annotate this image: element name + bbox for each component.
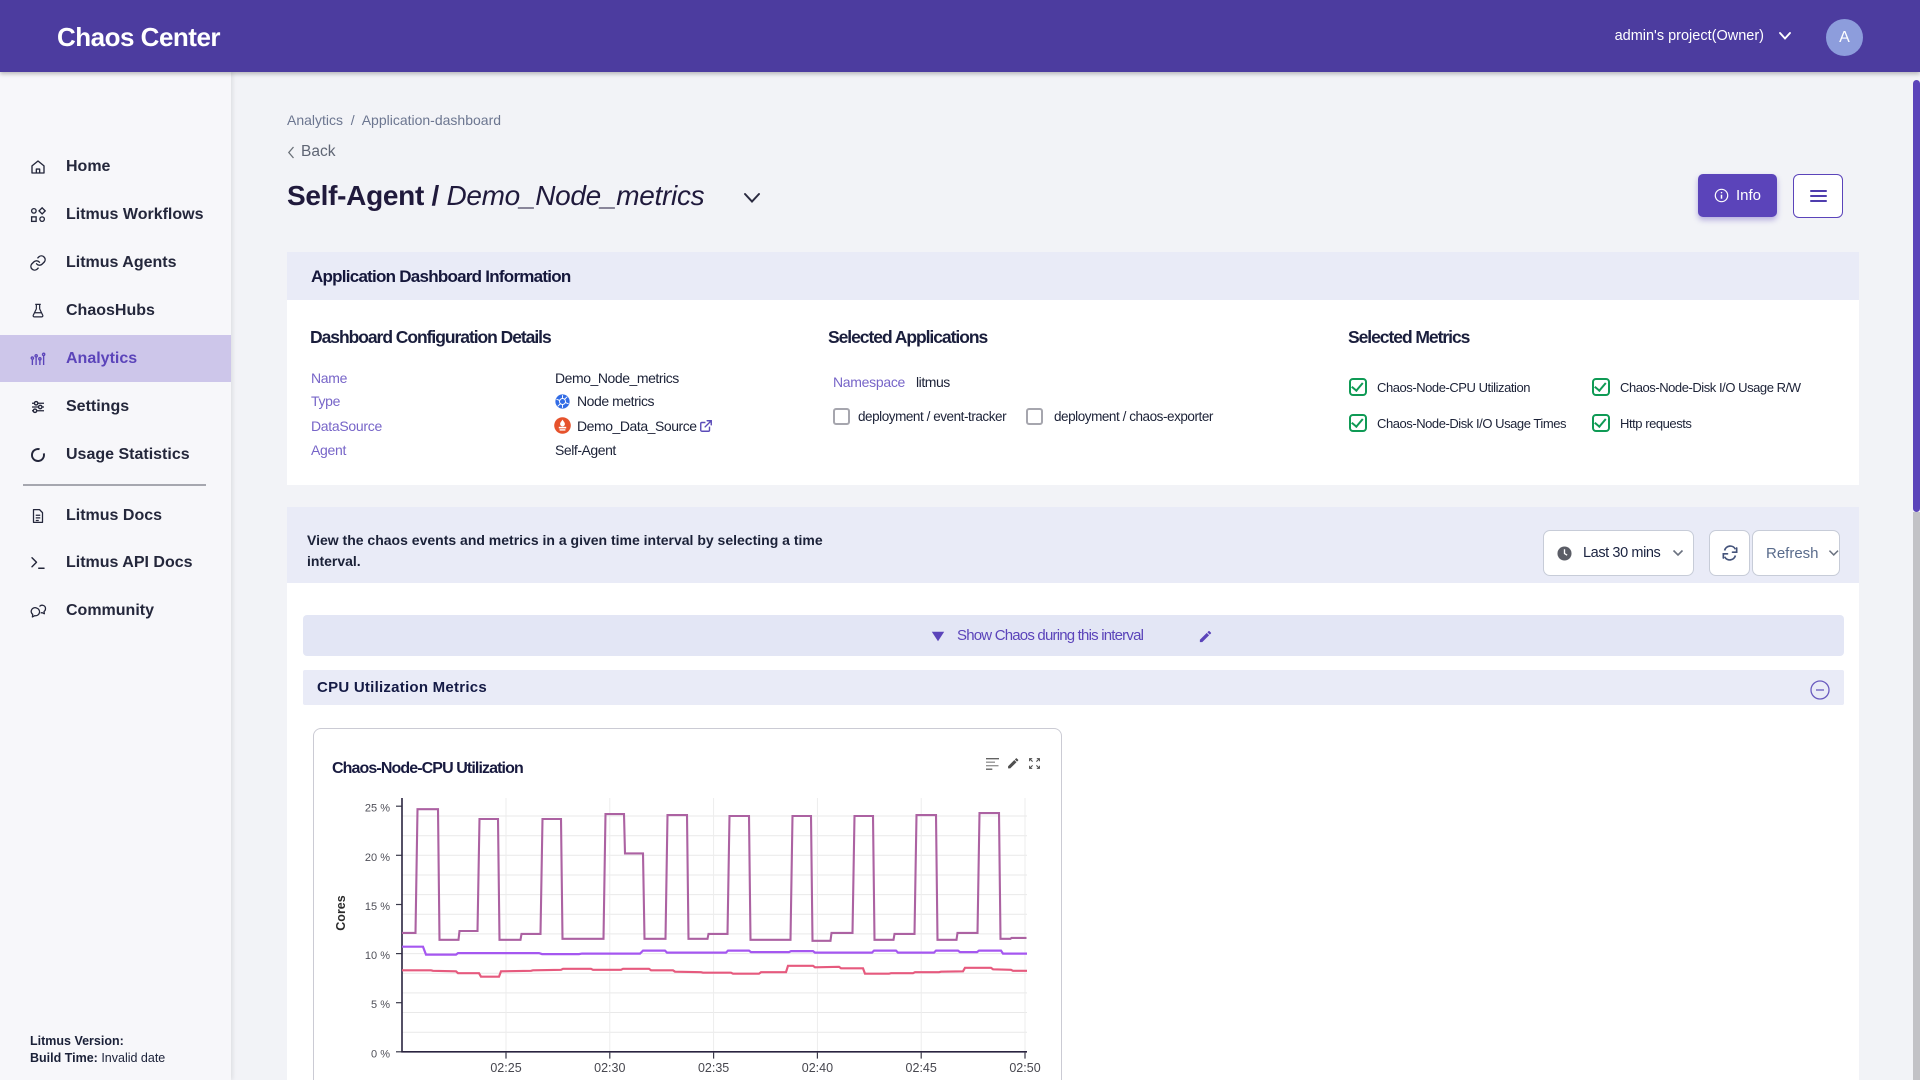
svg-text:02:25: 02:25 xyxy=(490,1061,521,1075)
svg-text:Cores: Cores xyxy=(334,895,348,930)
svg-text:15 %: 15 % xyxy=(365,901,390,913)
svg-text:20 %: 20 % xyxy=(365,852,390,864)
svg-text:02:40: 02:40 xyxy=(802,1061,833,1075)
svg-text:5 %: 5 % xyxy=(371,999,390,1011)
svg-text:0 %: 0 % xyxy=(371,1048,390,1060)
svg-text:02:50: 02:50 xyxy=(1009,1061,1040,1075)
svg-text:02:30: 02:30 xyxy=(594,1061,625,1075)
svg-text:25 %: 25 % xyxy=(365,803,390,815)
svg-text:02:35: 02:35 xyxy=(698,1061,729,1075)
svg-text:10 %: 10 % xyxy=(365,950,390,962)
svg-text:02:45: 02:45 xyxy=(906,1061,937,1075)
